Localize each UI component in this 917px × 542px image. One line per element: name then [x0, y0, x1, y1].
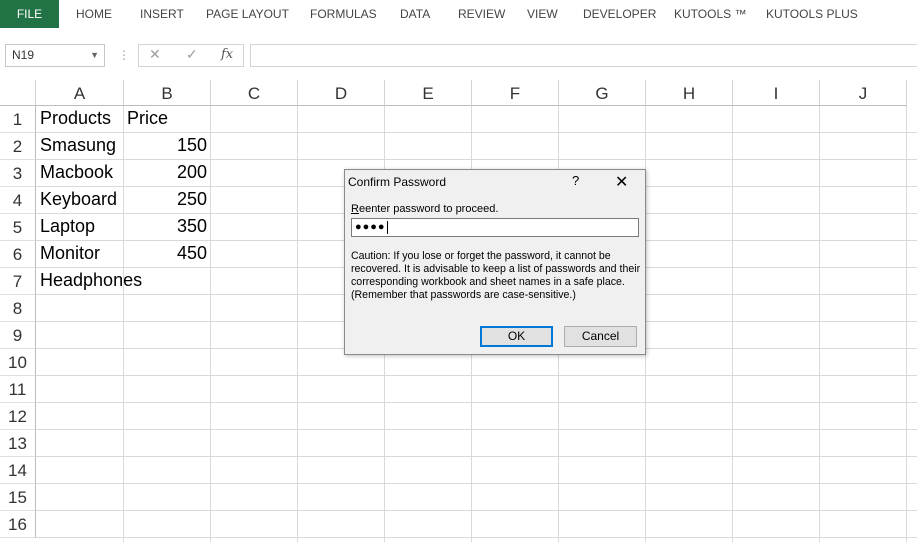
formula-buttons: ✕ ✓ fx [138, 44, 244, 67]
cell-b4[interactable]: 250 [124, 189, 207, 210]
cancel-icon[interactable]: ✕ [149, 46, 161, 63]
text-caret [386, 220, 388, 234]
row-header[interactable]: 13 [0, 430, 36, 457]
help-icon[interactable]: ? [572, 173, 579, 188]
row-header[interactable]: 6 [0, 241, 36, 268]
tab-developer[interactable]: DEVELOPER [583, 0, 656, 28]
column-header-b[interactable]: B [124, 80, 211, 106]
row-header[interactable]: 11 [0, 376, 36, 403]
cell-b3[interactable]: 200 [124, 162, 207, 183]
column-header-i[interactable]: I [733, 80, 820, 106]
row-header[interactable]: 3 [0, 160, 36, 187]
chevron-down-icon[interactable]: ▼ [90, 45, 99, 66]
grid-line [732, 106, 733, 542]
cell-b6[interactable]: 450 [124, 243, 207, 264]
cell-a5[interactable]: Laptop [40, 216, 95, 237]
grid-line [36, 132, 917, 133]
column-header-a[interactable]: A [36, 80, 124, 106]
check-icon[interactable]: ✓ [186, 46, 198, 63]
reenter-password-label: Reenter password to proceed. [351, 203, 498, 215]
formula-bar: N19 ▼ ⋮ ✕ ✓ fx [0, 40, 917, 74]
cancel-button[interactable]: Cancel [564, 326, 637, 347]
cell-a3[interactable]: Macbook [40, 162, 113, 183]
row-header[interactable]: 16 [0, 511, 36, 538]
row-header[interactable]: 5 [0, 214, 36, 241]
row-header[interactable]: 1 [0, 106, 36, 133]
tab-file[interactable]: FILE [0, 0, 59, 28]
grid-line [36, 159, 917, 160]
tab-kutools[interactable]: KUTOOLS ™ [674, 0, 746, 28]
row-header[interactable]: 8 [0, 295, 36, 322]
tab-view[interactable]: VIEW [527, 0, 558, 28]
cell-a1[interactable]: Products [40, 108, 111, 129]
caution-text: Caution: If you lose or forget the passw… [351, 250, 641, 301]
close-icon[interactable]: ✕ [615, 172, 628, 192]
tab-data[interactable]: DATA [400, 0, 430, 28]
cell-a2[interactable]: Smasung [40, 135, 116, 156]
confirm-password-dialog: Confirm Password ? ✕ Reenter password to… [344, 169, 646, 355]
tab-page-layout[interactable]: PAGE LAYOUT [206, 0, 289, 28]
grid-line [36, 402, 917, 403]
ribbon-tab-bar: FILE HOME INSERT PAGE LAYOUT FORMULAS DA… [0, 0, 917, 30]
column-header-d[interactable]: D [298, 80, 385, 106]
cell-b2[interactable]: 150 [124, 135, 207, 156]
column-header-j[interactable]: J [820, 80, 907, 106]
grid-line [36, 375, 917, 376]
select-all-corner[interactable] [0, 80, 36, 106]
column-header-e[interactable]: E [385, 80, 472, 106]
row-header[interactable]: 12 [0, 403, 36, 430]
ok-button[interactable]: OK [480, 326, 553, 347]
cell-a4[interactable]: Keyboard [40, 189, 117, 210]
column-header-g[interactable]: G [559, 80, 646, 106]
grid-line [297, 106, 298, 542]
tab-home[interactable]: HOME [76, 0, 112, 28]
cell-b5[interactable]: 350 [124, 216, 207, 237]
row-header[interactable]: 7 [0, 268, 36, 295]
row-header[interactable]: 10 [0, 349, 36, 376]
dialog-title: Confirm Password [348, 175, 447, 189]
label-text: eenter password to proceed. [358, 203, 499, 215]
row-header[interactable]: 14 [0, 457, 36, 484]
insert-function-icon[interactable]: fx [221, 47, 233, 62]
tab-formulas[interactable]: FORMULAS [310, 0, 377, 28]
grid-line [36, 510, 917, 511]
row-header[interactable]: 9 [0, 322, 36, 349]
tab-insert[interactable]: INSERT [140, 0, 184, 28]
grid-line [36, 456, 917, 457]
password-mask: ●●●● [355, 221, 386, 233]
column-header-c[interactable]: C [211, 80, 298, 106]
label-accelerator: R [351, 203, 359, 215]
grid-line [36, 429, 917, 430]
grid-line [210, 106, 211, 542]
column-header-h[interactable]: H [646, 80, 733, 106]
cell-a6[interactable]: Monitor [40, 243, 100, 264]
cell-b1[interactable]: Price [127, 108, 168, 129]
row-header[interactable]: 15 [0, 484, 36, 511]
grid-line [906, 106, 907, 542]
column-header-f[interactable]: F [472, 80, 559, 106]
formula-input[interactable] [250, 44, 917, 67]
password-input[interactable]: ●●●● [351, 218, 639, 237]
cell-a7[interactable]: Headphones [40, 270, 142, 291]
grid-line [36, 483, 917, 484]
name-box-value: N19 [12, 48, 35, 62]
name-box[interactable]: N19 ▼ [5, 44, 105, 67]
grid-line [819, 106, 820, 542]
tab-review[interactable]: REVIEW [458, 0, 505, 28]
row-header[interactable]: 2 [0, 133, 36, 160]
tab-kutools-plus[interactable]: KUTOOLS PLUS [766, 0, 858, 28]
row-header[interactable]: 4 [0, 187, 36, 214]
grid-line [36, 537, 917, 538]
formula-bar-grip-icon[interactable]: ⋮ [118, 48, 130, 62]
